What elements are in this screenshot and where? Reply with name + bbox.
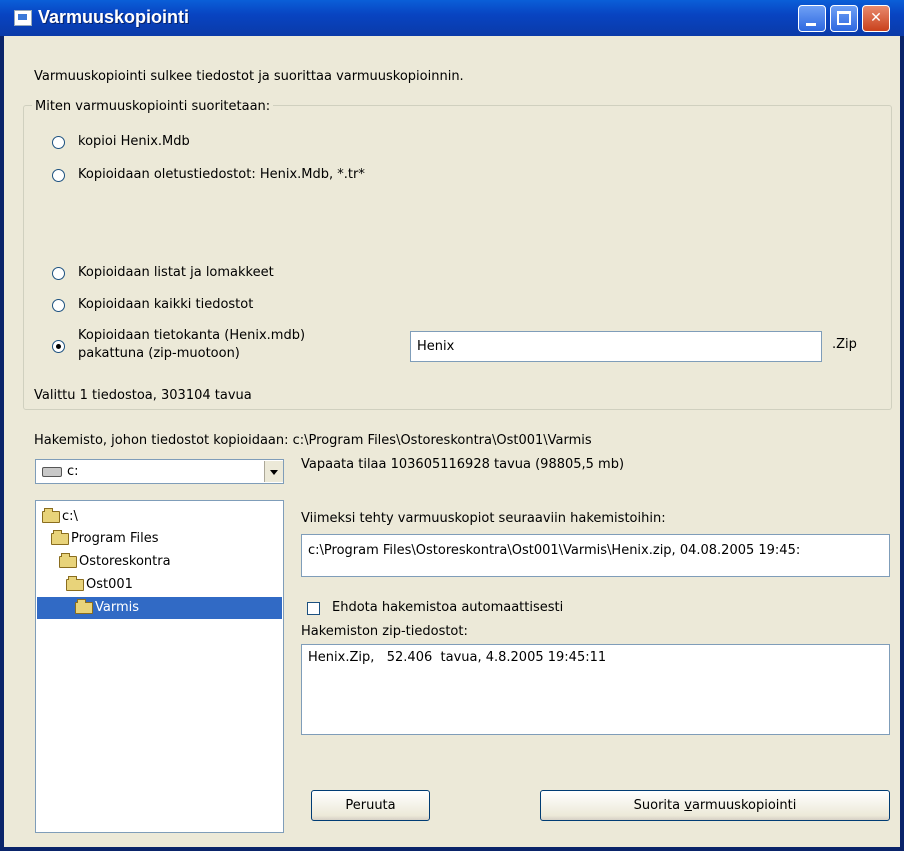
backup-window: Varmuuskopiointi ✕ Varmuuskopiointi sulk… — [0, 0, 904, 851]
maximize-button[interactable] — [830, 5, 858, 32]
option-copy-mdb-label[interactable]: kopioi Henix.Mdb — [78, 134, 190, 149]
run-backup-accelerator: v — [684, 798, 692, 813]
radio-copy-mdb[interactable] — [52, 136, 65, 149]
folder-tree-item-selected[interactable]: Varmis — [37, 597, 282, 619]
run-backup-label-prefix: Suorita — [633, 798, 685, 813]
drive-icon — [42, 467, 62, 477]
option-zip-label-line2[interactable]: pakattuna (zip-muotoon) — [78, 346, 240, 361]
folder-open-icon — [42, 507, 60, 523]
option-default-files-label[interactable]: Kopioidaan oletustiedostot: Henix.Mdb, *… — [78, 167, 365, 182]
zip-files-label: Hakemiston zip-tiedostot: — [301, 624, 468, 639]
minimize-button[interactable] — [798, 5, 826, 32]
folder-label: Varmis — [95, 600, 140, 615]
folder-label: Ost001 — [86, 577, 133, 592]
folder-tree-item[interactable]: Program Files — [51, 528, 159, 550]
folder-open-icon — [66, 575, 84, 591]
drive-select[interactable]: c: — [35, 459, 284, 484]
option-zip-label-line1[interactable]: Kopioidaan tietokanta (Henix.mdb) — [78, 328, 305, 343]
last-backup-box[interactable]: c:\Program Files\Ostoreskontra\Ost001\Va… — [301, 534, 890, 577]
folder-label: c:\ — [62, 509, 78, 524]
free-space-text: Vapaata tilaa 103605116928 tavua (98805,… — [301, 457, 625, 472]
option-all-files-label[interactable]: Kopioidaan kaikki tiedostot — [78, 297, 253, 312]
window-title: Varmuuskopiointi — [38, 7, 190, 27]
drive-select-value: c: — [67, 464, 79, 479]
app-icon — [14, 10, 32, 26]
title-bar[interactable]: Varmuuskopiointi ✕ — [0, 0, 904, 36]
radio-all-files[interactable] — [52, 299, 65, 312]
radio-default-files[interactable] — [52, 169, 65, 182]
method-frame — [23, 105, 892, 410]
drive-dropdown-button[interactable] — [264, 461, 283, 482]
folder-open-icon — [51, 529, 69, 545]
maximize-icon — [837, 11, 851, 25]
minimize-icon — [806, 23, 816, 26]
folder-tree-item[interactable]: Ostoreskontra — [59, 551, 171, 573]
dialog-body: Varmuuskopiointi sulkee tiedostot ja suo… — [4, 36, 900, 847]
auto-directory-label[interactable]: Ehdota hakemistoa automaattisesti — [332, 600, 563, 615]
folder-open-icon — [75, 598, 93, 614]
zip-name-input[interactable]: Henix — [410, 331, 822, 362]
folder-tree-item[interactable]: Ost001 — [66, 574, 133, 596]
method-frame-label: Miten varmuuskopiointi suoritetaan: — [32, 99, 274, 114]
last-backup-value: c:\Program Files\Ostoreskontra\Ost001\Va… — [308, 543, 801, 558]
folder-tree[interactable]: c:\ Program Files Ostoreskontra Ost001 V… — [35, 500, 284, 833]
target-directory-text: Hakemisto, johon tiedostot kopioidaan: c… — [34, 433, 592, 448]
zip-extension-label: .Zip — [832, 337, 857, 352]
folder-label: Ostoreskontra — [79, 554, 171, 569]
run-backup-button[interactable]: Suorita varmuuskopiointi — [540, 790, 890, 821]
option-lists-forms-label[interactable]: Kopioidaan listat ja lomakkeet — [78, 265, 274, 280]
auto-directory-checkbox[interactable] — [307, 602, 320, 615]
close-icon: ✕ — [870, 10, 882, 26]
chevron-down-icon — [270, 470, 278, 475]
radio-lists-forms[interactable] — [52, 267, 65, 280]
last-backup-label: Viimeksi tehty varmuuskopiot seuraaviin … — [301, 511, 666, 526]
close-button[interactable]: ✕ — [862, 5, 890, 32]
selection-summary: Valittu 1 tiedostoa, 303104 tavua — [34, 388, 252, 403]
folder-open-icon — [59, 552, 77, 568]
radio-zip-database[interactable] — [52, 340, 65, 353]
zip-files-box[interactable]: Henix.Zip, 52.406 tavua, 4.8.2005 19:45:… — [301, 644, 890, 735]
folder-label: Program Files — [71, 531, 159, 546]
zip-files-value: Henix.Zip, 52.406 tavua, 4.8.2005 19:45:… — [308, 650, 607, 665]
folder-tree-item[interactable]: c:\ — [42, 506, 78, 528]
run-backup-label-suffix: armuuskopiointi — [691, 798, 797, 813]
intro-text: Varmuuskopiointi sulkee tiedostot ja suo… — [34, 69, 464, 84]
cancel-button[interactable]: Peruuta — [311, 790, 430, 821]
zip-name-value: Henix — [417, 339, 455, 354]
